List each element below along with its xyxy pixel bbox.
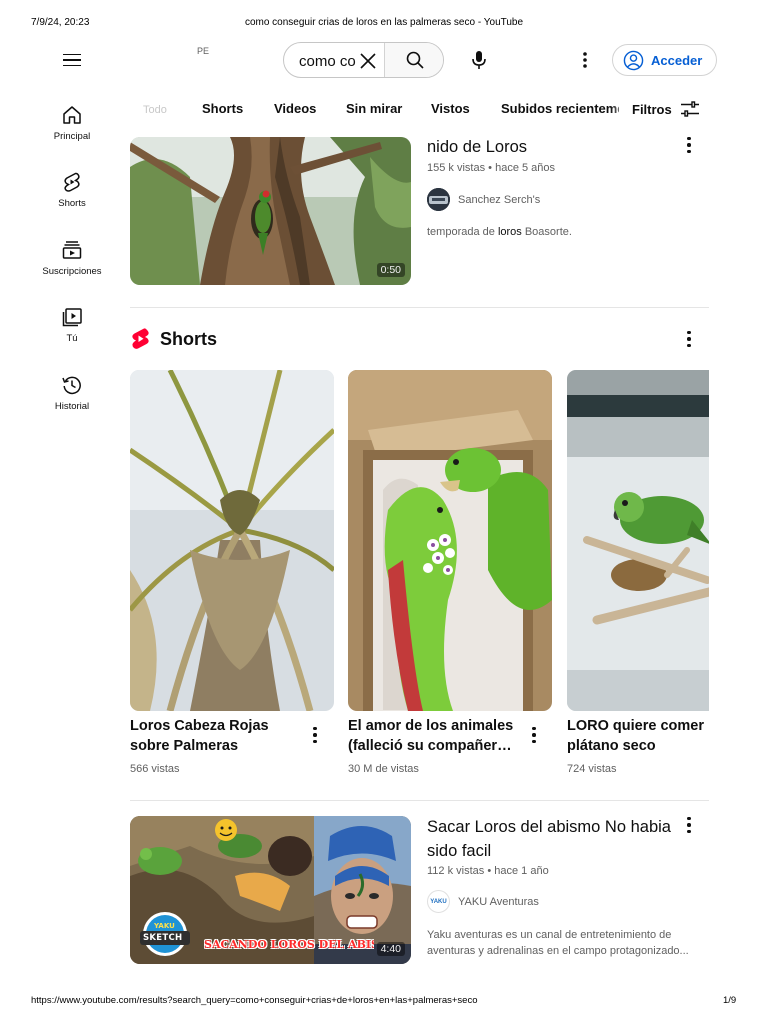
short-title[interactable]: El amor de los animales (falleció su com… bbox=[348, 716, 523, 756]
search-box[interactable] bbox=[283, 42, 444, 78]
video-age: hace 1 año bbox=[494, 865, 549, 877]
shorts-logo-icon bbox=[132, 328, 149, 349]
hamburger-menu-button[interactable] bbox=[58, 46, 86, 74]
thumbnail-caption: SACANDO LOROS DEL ABISMO bbox=[204, 938, 374, 951]
video-duration: 0:50 bbox=[376, 263, 405, 277]
video-title[interactable]: Sacar Loros del abismo No habia sido fac… bbox=[427, 815, 672, 863]
sidebar-item-suscripciones[interactable]: Suscripciones bbox=[36, 239, 108, 277]
shorts-shelf-more-icon[interactable] bbox=[681, 327, 697, 351]
video-meta: 112 k vistas • hace 1 año bbox=[427, 865, 549, 877]
channel-avatar-image bbox=[427, 188, 450, 211]
filters-label: Filtros bbox=[632, 101, 672, 117]
short-views: 724 vistas bbox=[567, 763, 617, 775]
chip-sin-mirar[interactable]: Sin mirar bbox=[346, 101, 402, 116]
thumbnail-logo-bottom: SKETCH bbox=[143, 933, 183, 943]
search-button[interactable] bbox=[384, 43, 443, 77]
channel-name: Sanchez Serch's bbox=[458, 193, 541, 206]
print-url: https://www.youtube.com/results?search_q… bbox=[31, 995, 478, 1006]
short-more-actions-icon[interactable] bbox=[307, 723, 323, 747]
sidebar-item-tu[interactable]: Tú bbox=[36, 306, 108, 344]
shorts-shelf-header: Shorts bbox=[130, 327, 217, 351]
video-duration: 4:40 bbox=[376, 942, 405, 956]
channel-link[interactable]: YAKU YAKU Aventuras bbox=[427, 890, 539, 913]
sidebar-item-label: Suscripciones bbox=[42, 266, 102, 277]
settings-more-icon[interactable] bbox=[574, 48, 596, 72]
history-icon bbox=[62, 376, 81, 395]
description-text: temporada de bbox=[427, 226, 498, 238]
channel-name: YAKU Aventuras bbox=[458, 895, 539, 908]
short-views: 30 M de vistas bbox=[348, 763, 419, 775]
short-thumbnail[interactable] bbox=[567, 370, 709, 711]
channel-link[interactable]: Sanchez Serch's bbox=[427, 188, 540, 211]
video-meta: 155 k vistas • hace 5 años bbox=[427, 162, 555, 174]
sidebar-item-label: Shorts bbox=[58, 198, 86, 209]
parrot-nest-thumbnail-image bbox=[130, 137, 411, 285]
filters-icon bbox=[680, 101, 699, 117]
video-description: Yaku aventuras es un canal de entretenim… bbox=[427, 929, 689, 957]
subscriptions-icon bbox=[62, 241, 82, 259]
menu-line bbox=[63, 64, 81, 67]
parrots-box-thumbnail-image bbox=[348, 370, 552, 711]
microphone-icon[interactable] bbox=[467, 48, 491, 72]
print-page-number: 1/9 bbox=[723, 995, 737, 1006]
video-views: 155 k vistas bbox=[427, 162, 486, 174]
sign-in-label: Acceder bbox=[651, 52, 703, 68]
country-code: PE bbox=[197, 46, 210, 56]
video-more-actions-icon[interactable] bbox=[681, 813, 697, 837]
shorts-icon bbox=[64, 172, 80, 192]
parrot-perch-thumbnail-image bbox=[567, 370, 709, 711]
print-header: 7/9/24, 20:23 como conseguir crias de lo… bbox=[0, 17, 768, 31]
chip-todo[interactable]: Todo bbox=[143, 104, 167, 116]
chip-vistos[interactable]: Vistos bbox=[431, 101, 470, 116]
home-icon bbox=[63, 106, 81, 124]
clear-icon[interactable] bbox=[357, 50, 379, 72]
avatar bbox=[427, 188, 450, 211]
video-more-actions-icon[interactable] bbox=[681, 133, 697, 157]
sidebar-item-shorts[interactable]: Shorts bbox=[36, 171, 108, 209]
chip-shorts[interactable]: Shorts bbox=[202, 101, 243, 116]
short-views: 566 vistas bbox=[130, 763, 180, 775]
video-thumbnail[interactable]: 0:50 bbox=[130, 137, 411, 285]
video-age: hace 5 años bbox=[495, 162, 556, 174]
menu-line bbox=[63, 53, 81, 56]
video-views: 112 k vistas bbox=[427, 865, 485, 877]
video-thumbnail[interactable]: YAKU SKETCH SACANDO LOROS DEL ABISMO 4:4… bbox=[130, 816, 411, 964]
palm-tree-thumbnail-image bbox=[130, 370, 334, 711]
you-icon bbox=[62, 308, 82, 327]
account-icon bbox=[623, 50, 644, 70]
divider bbox=[130, 307, 709, 308]
description-highlight: loros bbox=[497, 226, 522, 238]
shorts-heading: Shorts bbox=[160, 328, 218, 349]
shorts-shelf-overflow: LORO quiere comer plátano seco 724 vista… bbox=[567, 360, 709, 790]
sign-in-button[interactable]: Acceder bbox=[612, 44, 717, 76]
video-title[interactable]: nido de Loros bbox=[427, 135, 677, 159]
menu-line bbox=[63, 59, 81, 61]
thumbnail-logo-top: YAKU bbox=[154, 922, 175, 930]
sidebar-item-historial[interactable]: Historial bbox=[36, 374, 108, 412]
divider bbox=[130, 800, 709, 801]
short-title[interactable]: Loros Cabeza Rojas sobre Palmeras bbox=[130, 716, 300, 756]
short-thumbnail[interactable] bbox=[348, 370, 552, 711]
avatar-text: YAKU bbox=[430, 898, 447, 905]
chip-videos[interactable]: Videos bbox=[274, 101, 316, 116]
sidebar-item-label: Principal bbox=[53, 131, 91, 142]
print-title: como conseguir crias de loros en las pal… bbox=[244, 17, 524, 28]
avatar: YAKU bbox=[427, 890, 450, 913]
description-text: Boasorte. bbox=[521, 226, 572, 238]
chip-fade bbox=[610, 96, 632, 124]
short-title[interactable]: LORO quiere comer plátano seco bbox=[567, 716, 709, 756]
search-input[interactable] bbox=[299, 51, 359, 71]
sidebar-item-label: Historial bbox=[54, 401, 90, 412]
sidebar-item-label: Tú bbox=[66, 333, 78, 344]
sidebar-item-principal[interactable]: Principal bbox=[36, 104, 108, 142]
video-description: temporada de loros Boasorte. bbox=[427, 224, 697, 240]
short-thumbnail[interactable] bbox=[130, 370, 334, 711]
search-icon bbox=[406, 51, 424, 69]
short-more-actions-icon[interactable] bbox=[526, 723, 542, 747]
chip-subidos-recientemente[interactable]: Subidos recientemente bbox=[501, 101, 619, 116]
filters-button[interactable]: Filtros bbox=[632, 100, 700, 118]
